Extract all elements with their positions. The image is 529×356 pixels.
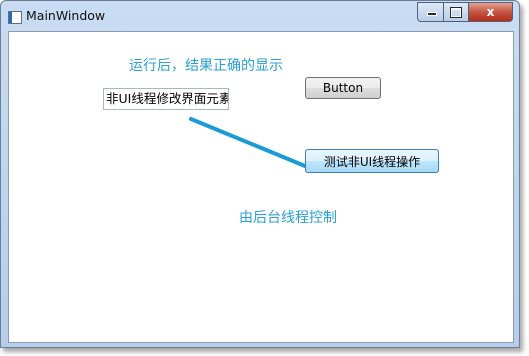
minimize-button[interactable] bbox=[417, 2, 444, 22]
annotation-arrow bbox=[189, 117, 307, 168]
window-title: MainWindow bbox=[26, 8, 106, 23]
close-icon: x bbox=[486, 5, 495, 19]
test-non-ui-thread-button[interactable]: 测试非UI线程操作 bbox=[305, 149, 439, 173]
title-bar[interactable]: MainWindow x bbox=[1, 1, 519, 31]
main-window: MainWindow x 运行后，结果正确的显示 非UI线程修改界面元素 But… bbox=[0, 0, 520, 348]
caption-buttons: x bbox=[417, 2, 513, 22]
app-icon bbox=[8, 11, 22, 24]
client-area: 运行后，结果正确的显示 非UI线程修改界面元素 Button 测试非UI线程操作… bbox=[8, 31, 514, 343]
close-button[interactable]: x bbox=[469, 2, 513, 22]
annotation-background-thread: 由后台线程控制 bbox=[239, 210, 337, 226]
minimize-icon bbox=[426, 8, 437, 16]
maximize-icon bbox=[450, 6, 462, 18]
maximize-button[interactable] bbox=[444, 2, 469, 22]
